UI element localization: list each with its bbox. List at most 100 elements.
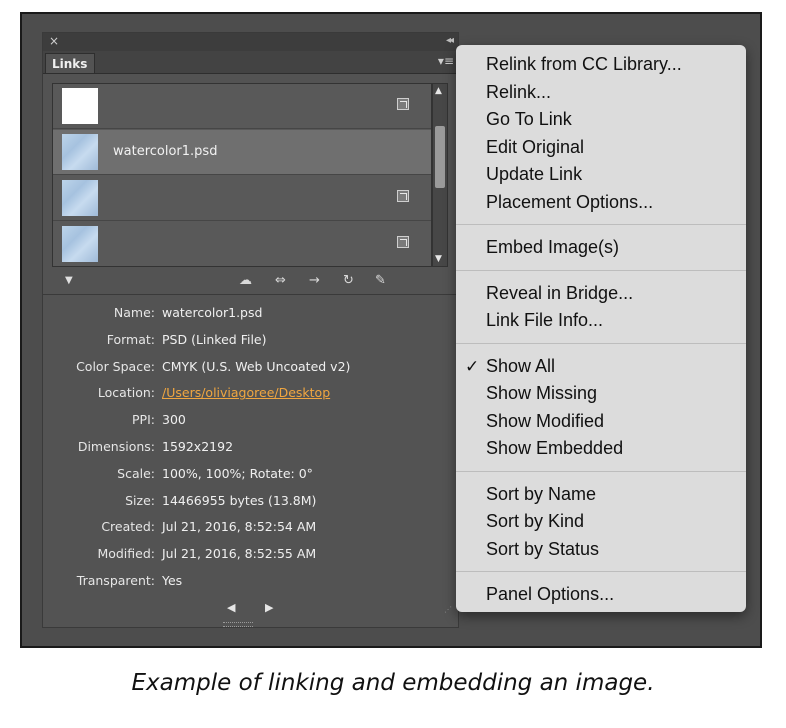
- menu-item-label: Show Missing: [486, 383, 598, 403]
- relink-icon[interactable]: ⇔: [275, 273, 286, 289]
- close-icon[interactable]: ×: [49, 34, 59, 48]
- modified-link-icon: [397, 98, 409, 110]
- info-value: 14466955 bytes (13.8M): [162, 492, 317, 508]
- menu-item-panel-options[interactable]: Panel Options...: [456, 581, 746, 608]
- menu-item-label: Show Embedded: [486, 438, 624, 458]
- menu-item-update-link[interactable]: Update Link: [456, 161, 746, 188]
- panel-tab-strip: Links ▾≡: [43, 51, 458, 74]
- menu-item-link-file-info[interactable]: Link File Info...: [456, 307, 746, 334]
- modified-link-icon: [397, 236, 409, 248]
- link-row[interactable]: [53, 222, 431, 266]
- checkmark-icon: ✓: [465, 356, 480, 376]
- links-panel-flyout-menu: Relink from CC Library... Relink... Go To …: [456, 45, 746, 612]
- info-row: Created: Jul 21, 2016, 8:52:54 AM: [43, 515, 458, 539]
- go-to-link-icon[interactable]: →: [309, 273, 320, 289]
- location-link[interactable]: /Users/oliviagoree/Desktop: [162, 381, 330, 405]
- info-value: Jul 21, 2016, 8:52:55 AM: [162, 546, 317, 562]
- info-row: Color Space: CMYK (U.S. Web Uncoated v2): [43, 355, 458, 379]
- menu-item-sort-by-status[interactable]: Sort by Status: [456, 536, 746, 563]
- info-row: Size: 14466955 bytes (13.8M): [43, 489, 458, 513]
- panel-title-bar: × ◂◂: [43, 33, 458, 51]
- menu-item-sort-by-name[interactable]: Sort by Name: [456, 481, 746, 508]
- panel-resize-handle[interactable]: [223, 622, 253, 627]
- info-label: Name:: [113, 305, 155, 320]
- next-link-arrow-icon[interactable]: ▶: [265, 601, 273, 614]
- link-row-label: watercolor1.psd: [113, 144, 218, 159]
- menu-item-reveal-in-bridge[interactable]: Reveal in Bridge...: [456, 280, 746, 307]
- info-row: Transparent: Yes: [43, 569, 458, 593]
- scroll-down-arrow-icon[interactable]: ▼: [435, 254, 442, 264]
- collapse-panel-icon[interactable]: ◂◂: [446, 34, 454, 48]
- link-row[interactable]: [53, 176, 431, 221]
- scrollbar-thumb[interactable]: [435, 126, 445, 188]
- info-value: Jul 21, 2016, 8:52:54 AM: [162, 519, 317, 535]
- link-thumbnail: [62, 180, 98, 216]
- link-row[interactable]: [53, 84, 431, 129]
- info-row: Dimensions: 1592x2192: [43, 435, 458, 459]
- link-thumbnail: [62, 134, 98, 170]
- info-row: Format: PSD (Linked File): [43, 328, 458, 352]
- cc-library-icon[interactable]: ☁: [239, 273, 252, 289]
- resize-grip-icon[interactable]: ⋰: [444, 605, 452, 614]
- menu-item-embed-image-s[interactable]: Embed Image(s): [456, 234, 746, 261]
- links-list: watercolor1.psd: [52, 83, 432, 267]
- menu-separator: [456, 224, 746, 225]
- info-row: Scale: 100%, 100%; Rotate: 0°: [43, 462, 458, 486]
- info-value: 300: [162, 412, 186, 428]
- info-value: watercolor1.psd: [162, 305, 263, 320]
- figure-caption: Example of linking and embedding an imag…: [131, 670, 655, 696]
- info-row: PPI: 300: [43, 408, 458, 432]
- menu-item-label: Edit Original: [486, 136, 585, 157]
- info-label: Transparent:: [76, 573, 155, 588]
- info-value: Yes: [162, 573, 183, 588]
- menu-item-placement-options[interactable]: Placement Options...: [456, 189, 746, 216]
- menu-separator: [456, 470, 746, 472]
- menu-item-label: Sort by Status: [486, 538, 600, 559]
- info-value: CMYK (U.S. Web Uncoated v2): [162, 358, 351, 374]
- info-value: 1592x2192: [162, 439, 234, 454]
- menu-item-show-embedded[interactable]: Show Embedded: [456, 435, 746, 462]
- edit-original-icon[interactable]: ✎: [375, 273, 386, 289]
- menu-item-edit-original[interactable]: Edit Original: [456, 134, 746, 161]
- link-thumbnail: [62, 226, 98, 262]
- menu-item-label: Relink from CC Library...: [486, 54, 682, 74]
- menu-item-label: Update Link: [486, 164, 583, 184]
- panel-menu-icon[interactable]: ▾≡: [438, 54, 454, 68]
- menu-item-label: Reveal in Bridge...: [486, 282, 634, 303]
- menu-item-label: Relink...: [486, 81, 552, 102]
- info-row: Name: watercolor1.psd: [43, 301, 458, 325]
- previous-link-arrow-icon[interactable]: ◀: [227, 601, 235, 614]
- screenshot-frame: × ◂◂ Links ▾≡ watercolor1.psd ▲ ▼ ▼ ☁ ⇔ → ↻…: [20, 12, 762, 648]
- tab-links[interactable]: Links: [45, 53, 95, 73]
- menu-separator: [456, 571, 746, 572]
- links-panel: × ◂◂ Links ▾≡ watercolor1.psd ▲ ▼ ▼ ☁ ⇔ → ↻…: [42, 32, 459, 628]
- menu-item-label: Panel Options...: [486, 584, 615, 604]
- info-label: Modified:: [97, 546, 155, 562]
- menu-item-relink-from-cc-library[interactable]: Relink from CC Library...: [456, 51, 746, 78]
- menu-item-show-all[interactable]: ✓ Show All: [456, 353, 746, 380]
- menu-item-sort-by-kind[interactable]: Sort by Kind: [456, 508, 746, 535]
- links-list-scrollbar[interactable]: ▲ ▼: [432, 83, 448, 267]
- menu-item-show-modified[interactable]: Show Modified: [456, 408, 746, 435]
- menu-item-go-to-link[interactable]: Go To Link: [456, 106, 746, 133]
- link-info-nav: ◀ ▶ ⋰: [43, 599, 458, 617]
- info-label: PPI:: [132, 412, 155, 428]
- info-value: PSD (Linked File): [162, 331, 267, 347]
- info-label: Size:: [125, 492, 155, 508]
- menu-item-label: Show Modified: [486, 410, 605, 431]
- scroll-up-arrow-icon[interactable]: ▲: [435, 86, 442, 96]
- menu-item-relink[interactable]: Relink...: [456, 79, 746, 106]
- show-link-info-disclosure-icon[interactable]: ▼: [65, 275, 73, 286]
- menu-item-show-missing[interactable]: Show Missing: [456, 380, 746, 407]
- links-toolbar: ▼ ☁ ⇔ → ↻ ✎: [43, 269, 458, 293]
- menu-item-label: Placement Options...: [486, 191, 654, 212]
- info-row: Modified: Jul 21, 2016, 8:52:55 AM: [43, 542, 458, 566]
- update-link-icon[interactable]: ↻: [343, 273, 354, 289]
- menu-item-label: Embed Image(s): [486, 237, 620, 257]
- info-row: Location: /Users/oliviagoree/Desktop: [43, 381, 458, 405]
- menu-item-label: Sort by Name: [486, 483, 597, 504]
- info-label: Format:: [106, 331, 155, 347]
- info-label: Created:: [101, 519, 155, 535]
- menu-item-label: Go To Link: [486, 109, 572, 129]
- link-row[interactable]: watercolor1.psd: [53, 130, 431, 175]
